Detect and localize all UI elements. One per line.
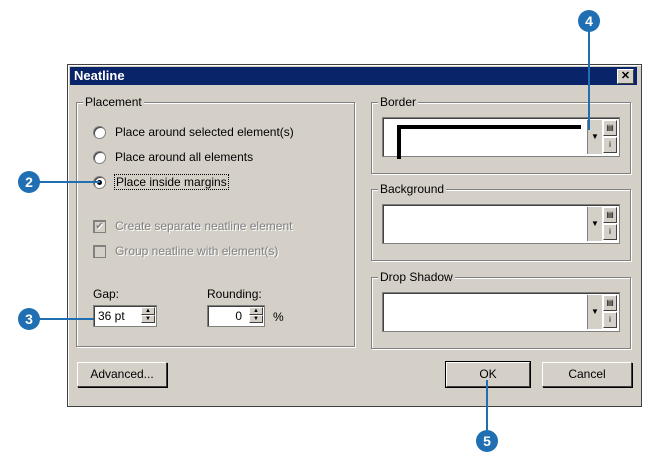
symbol-info-icon[interactable]: i — [603, 312, 617, 328]
ok-button[interactable]: OK — [445, 361, 531, 388]
callout-4-leader — [588, 30, 590, 130]
drop-shadow-label: Drop Shadow — [378, 270, 455, 284]
symbol-properties-icon[interactable]: ▤ — [603, 295, 617, 311]
close-button[interactable]: ✕ — [617, 69, 634, 84]
border-label: Border — [378, 95, 419, 109]
background-group: Background ▼ ▤ i — [371, 182, 631, 261]
placement-label: Placement — [83, 95, 144, 109]
gap-value[interactable]: 36 pt — [98, 309, 125, 323]
callout-3-leader — [36, 318, 94, 320]
neatline-dialog: Neatline ✕ Placement Place around select… — [67, 64, 642, 407]
cancel-button[interactable]: Cancel — [542, 362, 632, 387]
dialog-title: Neatline — [74, 68, 125, 83]
checkbox-create-separate[interactable]: ✔ Create separate neatline element — [93, 219, 292, 233]
symbol-info-icon[interactable]: i — [603, 224, 617, 240]
radio-label: Place inside margins — [114, 174, 229, 190]
spin-down-icon[interactable]: ▼ — [249, 315, 263, 323]
callout-5: 5 — [476, 430, 498, 452]
rounding-spin-buttons: ▲ ▼ — [249, 307, 263, 324]
radio-indicator[interactable] — [93, 150, 106, 164]
radio-label: Place around selected element(s) — [115, 125, 294, 139]
checkbox-label: Create separate neatline element — [115, 219, 293, 233]
callout-4: 4 — [578, 10, 600, 32]
checkbox-label: Group neatline with element(s) — [115, 244, 279, 258]
checkbox-checked-icon[interactable]: ✔ — [93, 219, 106, 233]
symbol-properties-icon[interactable]: ▤ — [603, 207, 617, 223]
spin-up-icon[interactable]: ▲ — [249, 307, 263, 315]
checkbox-unchecked-icon[interactable] — [93, 244, 106, 258]
gap-spin-buttons: ▲ ▼ — [141, 307, 155, 324]
border-symbol-selector[interactable]: ▼ ▤ i — [382, 117, 620, 159]
callout-5-leader — [486, 380, 488, 430]
callout-2-leader — [36, 181, 100, 183]
symbol-properties-icon[interactable]: ▤ — [603, 120, 617, 136]
chevron-down-icon[interactable]: ▼ — [587, 207, 602, 241]
spin-down-icon[interactable]: ▼ — [141, 315, 155, 323]
symbol-info-icon[interactable]: i — [603, 137, 617, 153]
background-symbol-selector[interactable]: ▼ ▤ i — [382, 204, 620, 244]
gap-spinner[interactable]: 36 pt ▲ ▼ — [93, 305, 157, 327]
gap-label: Gap: — [93, 287, 120, 301]
drop-shadow-group: Drop Shadow ▼ ▤ i — [371, 270, 631, 349]
title-bar[interactable]: Neatline ✕ — [70, 67, 637, 85]
radio-place-inside-margins[interactable]: Place inside margins — [93, 174, 229, 190]
advanced-button[interactable]: Advanced... — [77, 362, 167, 387]
radio-place-around-selected[interactable]: Place around selected element(s) — [93, 125, 294, 139]
radio-label: Place around all elements — [115, 150, 254, 164]
chevron-down-icon[interactable]: ▼ — [587, 295, 602, 329]
spin-up-icon[interactable]: ▲ — [141, 307, 155, 315]
border-group: Border ▼ ▤ i — [371, 95, 631, 174]
rounding-spinner[interactable]: 0 ▲ ▼ — [207, 305, 265, 327]
rounding-label: Rounding: — [207, 287, 262, 301]
drop-shadow-symbol-selector[interactable]: ▼ ▤ i — [382, 292, 620, 332]
radio-place-around-all[interactable]: Place around all elements — [93, 150, 253, 164]
rounding-unit: % — [273, 310, 284, 324]
callout-3: 3 — [18, 308, 40, 330]
radio-indicator[interactable] — [93, 125, 106, 139]
close-icon: ✕ — [620, 70, 631, 82]
rounding-value[interactable]: 0 — [235, 309, 242, 323]
border-preview — [397, 125, 581, 159]
callout-2: 2 — [18, 171, 40, 193]
checkbox-group-neatline[interactable]: Group neatline with element(s) — [93, 244, 278, 258]
placement-group: Placement Place around selected element(… — [76, 95, 355, 347]
background-label: Background — [378, 182, 447, 196]
